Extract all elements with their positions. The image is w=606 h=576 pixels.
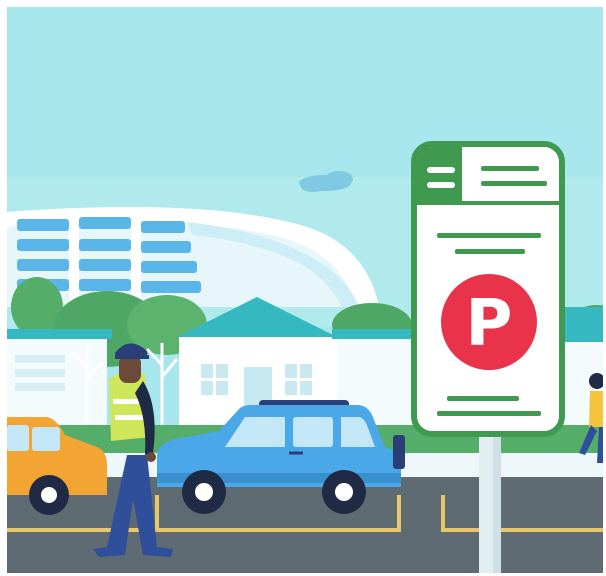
parking-illustration: P xyxy=(7,7,603,573)
scene-svg: P xyxy=(7,7,603,573)
parking-letter: P xyxy=(466,287,513,361)
parking-sign: P xyxy=(411,141,565,437)
sign-pole-shade xyxy=(493,432,501,573)
left-house xyxy=(7,329,112,427)
